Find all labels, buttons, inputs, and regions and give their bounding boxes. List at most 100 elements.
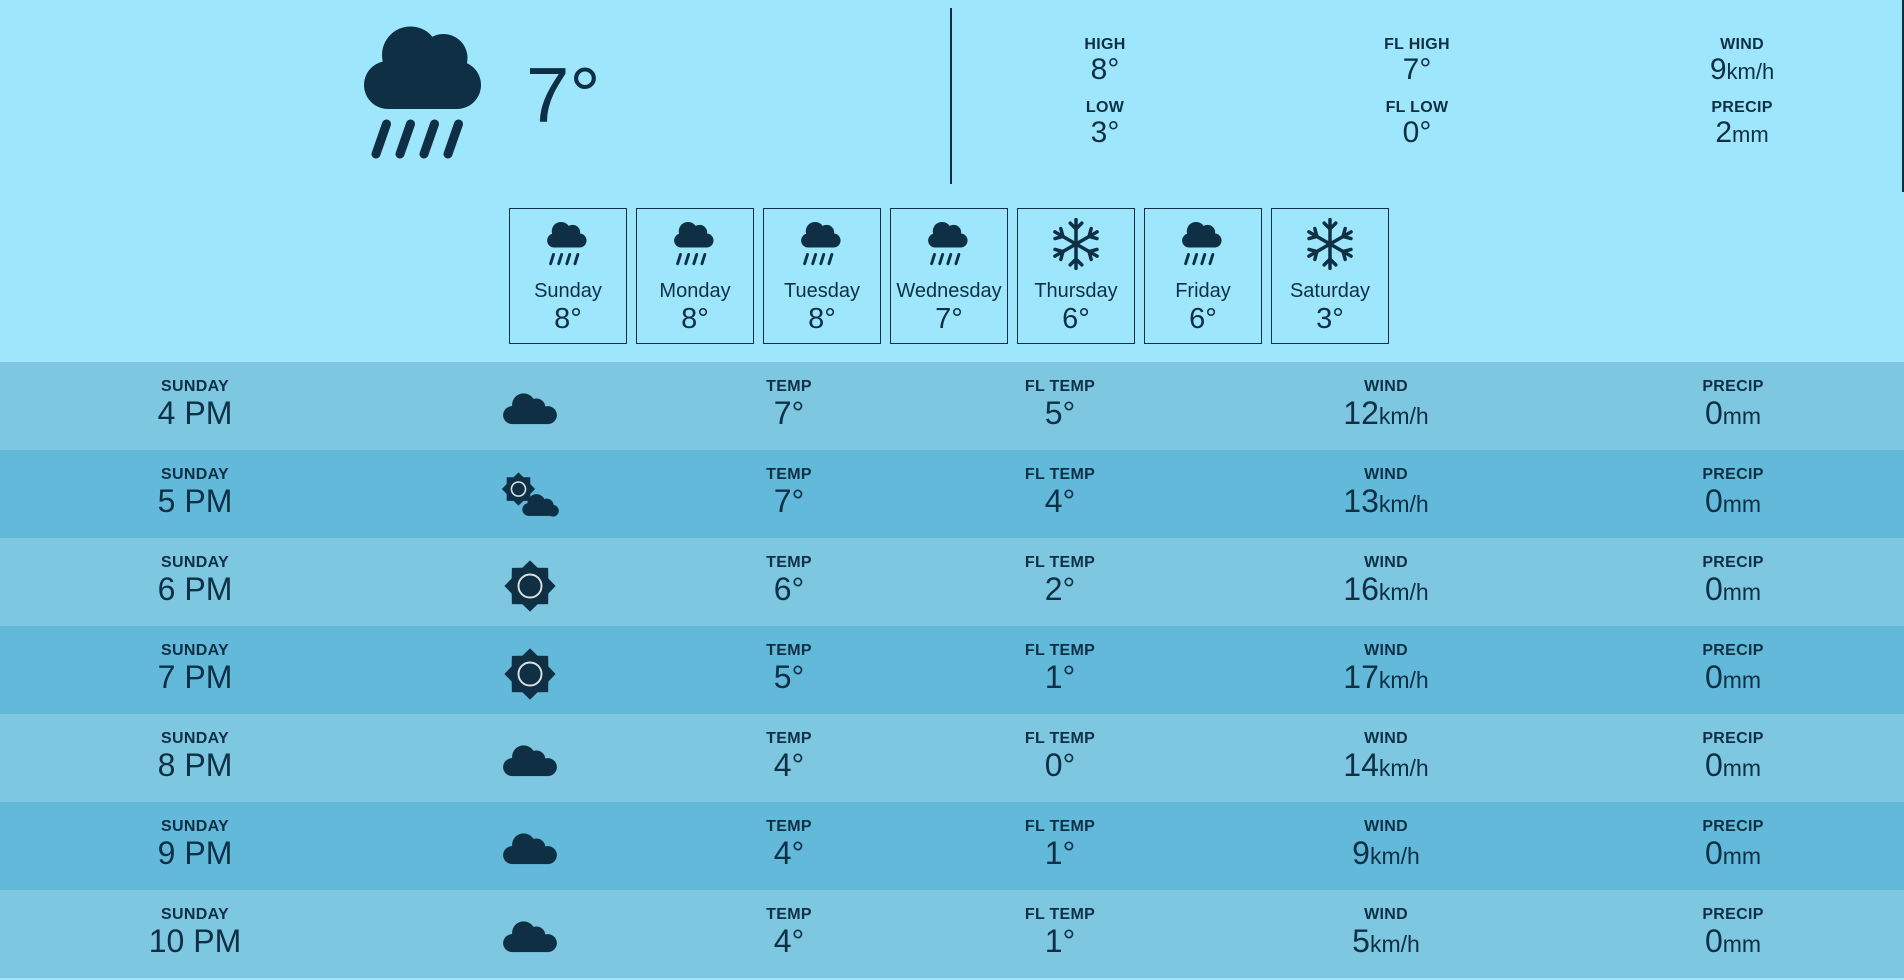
day-card-wednesday[interactable]: Wednesday 7° <box>890 208 1008 344</box>
wind-number: 9 <box>1709 53 1727 86</box>
wind-unit: km/h <box>1378 403 1429 429</box>
day-temp: 8° <box>808 303 836 335</box>
hour-wind-number: 16 <box>1343 571 1379 607</box>
hour-temp: 5° <box>773 659 805 695</box>
hour-precip-number: 0 <box>1704 747 1723 783</box>
hour-precip-number: 0 <box>1704 923 1723 959</box>
wind-unit: km/h <box>1378 755 1429 781</box>
hour-precip-cell: PRECIP 0mm <box>1633 730 1833 785</box>
hour-wind: 16km/h <box>1286 572 1486 609</box>
cloud-icon <box>503 745 557 777</box>
day-name: Wednesday <box>896 280 1002 302</box>
hour-fl-temp-cell: FL TEMP 1° <box>960 906 1160 958</box>
hour-precip-cell: PRECIP 0mm <box>1633 378 1833 433</box>
wind-label: WIND <box>1720 36 1764 53</box>
high-label: HIGH <box>1084 36 1126 53</box>
rain-cloud-icon <box>801 221 841 266</box>
precip-unit: mm <box>1722 931 1762 957</box>
day-card-tuesday[interactable]: Tuesday 8° <box>763 208 881 344</box>
hour-temp: 4° <box>773 835 805 871</box>
rain-cloud-icon <box>1182 221 1222 266</box>
day-card-saturday[interactable]: Saturday 3° <box>1271 208 1389 344</box>
hour-wind-cell: WIND 13km/h <box>1286 466 1486 521</box>
hour-time-cell: SUNDAY 9 PM <box>95 818 295 870</box>
low-stat: LOW 3° <box>1025 99 1185 149</box>
temp-label: TEMP <box>766 554 812 571</box>
hour-wind-number: 13 <box>1343 483 1379 519</box>
hour-fl-temp: 1° <box>1044 659 1076 695</box>
rain-cloud-icon <box>674 221 714 266</box>
hour-time: 9 PM <box>157 835 233 871</box>
wind-unit: km/h <box>1378 667 1429 693</box>
hour-precip: 0mm <box>1633 748 1833 785</box>
hour-wind: 5km/h <box>1286 924 1486 961</box>
precip-unit: mm <box>1722 491 1762 517</box>
temp-label: TEMP <box>766 906 812 923</box>
rain-cloud-icon <box>547 221 587 266</box>
hour-time: 8 PM <box>157 747 233 783</box>
day-temp: 6° <box>1062 303 1090 335</box>
hour-wind: 9km/h <box>1286 836 1486 873</box>
hour-temp: 4° <box>773 923 805 959</box>
day-name: Friday <box>1175 280 1231 302</box>
fl-low-value: 0° <box>1402 116 1432 149</box>
fl-high-stat: FL HIGH 7° <box>1337 36 1497 86</box>
temp-label: TEMP <box>766 730 812 747</box>
day-card-friday[interactable]: Friday 6° <box>1144 208 1262 344</box>
fl-temp-label: FL TEMP <box>1024 818 1096 835</box>
hour-wind-cell: WIND 9km/h <box>1286 818 1486 873</box>
day-card-monday[interactable]: Monday 8° <box>636 208 754 344</box>
low-value: 3° <box>1090 116 1120 149</box>
day-card-sunday[interactable]: Sunday 8° <box>509 208 627 344</box>
day-temp: 6° <box>1189 303 1217 335</box>
precip-unit: mm <box>1722 843 1762 869</box>
hour-precip: 0mm <box>1633 484 1833 521</box>
wind-label: WIND <box>1364 730 1408 747</box>
fl-low-label: FL LOW <box>1385 99 1449 116</box>
hour-fl-temp-cell: FL TEMP 1° <box>960 642 1160 694</box>
fl-high-label: FL HIGH <box>1384 36 1450 53</box>
hourly-row: SUNDAY 5 PM TEMP 7° FL TEMP 4° WIND 13km/h PRECI… <box>0 450 1904 538</box>
day-name: Saturday <box>1289 280 1371 302</box>
wind-unit: km/h <box>1378 491 1429 517</box>
hour-fl-temp: 1° <box>1044 835 1076 871</box>
hour-day: SUNDAY <box>161 818 229 835</box>
hour-precip-number: 0 <box>1704 483 1723 519</box>
precip-unit: mm <box>1732 122 1769 147</box>
day-temp: 7° <box>935 303 963 335</box>
hour-temp: 6° <box>773 571 805 607</box>
hour-temp-cell: TEMP 6° <box>689 554 889 606</box>
day-temp: 8° <box>554 303 582 335</box>
precip-number: 2 <box>1715 116 1733 149</box>
hour-temp-cell: TEMP 4° <box>689 906 889 958</box>
hour-wind-cell: WIND 5km/h <box>1286 906 1486 961</box>
hour-precip-cell: PRECIP 0mm <box>1633 642 1833 697</box>
precip-unit: mm <box>1722 403 1762 429</box>
day-card-thursday[interactable]: Thursday 6° <box>1017 208 1135 344</box>
daily-forecast: Sunday 8° Monday 8° Tuesday 8° Wednesday 7° Thur… <box>509 208 1389 344</box>
hour-wind-cell: WIND 14km/h <box>1286 730 1486 785</box>
hour-temp: 4° <box>773 747 805 783</box>
hour-temp-cell: TEMP 7° <box>689 466 889 518</box>
hour-temp-cell: TEMP 4° <box>689 730 889 782</box>
hour-time-cell: SUNDAY 5 PM <box>95 466 295 518</box>
hour-precip: 0mm <box>1633 836 1833 873</box>
fl-temp-label: FL TEMP <box>1024 466 1096 483</box>
hour-fl-temp: 1° <box>1044 923 1076 959</box>
wind-label: WIND <box>1364 466 1408 483</box>
hour-precip-cell: PRECIP 0mm <box>1633 466 1833 521</box>
wind-label: WIND <box>1364 642 1408 659</box>
hour-wind: 14km/h <box>1286 748 1486 785</box>
hour-wind-number: 5 <box>1352 923 1370 959</box>
hour-precip: 0mm <box>1633 396 1833 433</box>
hourly-row: SUNDAY 6 PM TEMP 6° FL TEMP 2° WIND 16km/h PRECI… <box>0 538 1904 626</box>
wind-label: WIND <box>1364 554 1408 571</box>
wind-label: WIND <box>1364 378 1408 395</box>
wind-unit: km/h <box>1726 59 1775 84</box>
hour-precip: 0mm <box>1633 660 1833 697</box>
sun-icon <box>504 560 556 612</box>
precip-value: 2mm <box>1662 117 1822 151</box>
hour-temp-cell: TEMP 5° <box>689 642 889 694</box>
hour-day: SUNDAY <box>161 906 229 923</box>
hour-precip-cell: PRECIP 0mm <box>1633 818 1833 873</box>
